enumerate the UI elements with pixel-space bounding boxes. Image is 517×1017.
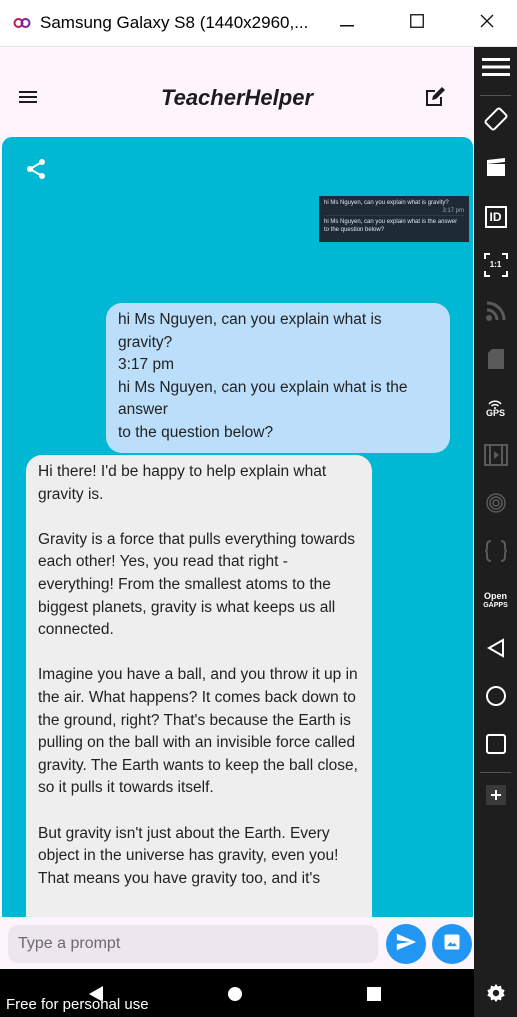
add-button[interactable] bbox=[474, 777, 517, 813]
assistant-paragraph: Imagine you have a ball, and you throw i… bbox=[38, 666, 358, 797]
sdcard-icon bbox=[487, 348, 505, 375]
emulator-window: Samsung Galaxy S8 (1440x2960,... Teacher… bbox=[0, 0, 517, 1017]
new-chat-button[interactable] bbox=[423, 85, 449, 111]
share-button[interactable] bbox=[24, 157, 50, 183]
recents-icon bbox=[485, 733, 506, 759]
media-button[interactable] bbox=[474, 439, 517, 475]
nav-recents-icon[interactable] bbox=[367, 987, 381, 1001]
nav-home-icon[interactable] bbox=[228, 987, 242, 1001]
fingerprint-icon bbox=[485, 492, 507, 519]
close-button[interactable] bbox=[452, 0, 517, 46]
thumbnail-line-3: to the question below? bbox=[324, 227, 385, 233]
id-label: ID bbox=[489, 210, 502, 224]
thumbnail-time: 3:17 pm bbox=[442, 208, 464, 214]
clapper-icon bbox=[485, 156, 507, 183]
user-message-line: hi Ms Nguyen, can you explain what is th… bbox=[118, 378, 408, 396]
settings-icon bbox=[485, 982, 507, 1009]
input-bar bbox=[0, 917, 474, 969]
attached-image-thumbnail[interactable]: hi Ms Nguyen, can you explain what is gr… bbox=[319, 196, 469, 242]
screencast-button[interactable] bbox=[474, 151, 517, 187]
user-message-line: to the question below? bbox=[118, 423, 274, 441]
user-message-line: gravity? bbox=[118, 333, 173, 351]
user-message-line: hi Ms Nguyen, can you explain what is bbox=[118, 311, 382, 328]
device-id-button[interactable]: ID bbox=[474, 199, 517, 235]
gps-icon: GPS bbox=[486, 400, 505, 418]
toolbar-recents-button[interactable] bbox=[474, 728, 517, 764]
network-button[interactable] bbox=[474, 295, 517, 331]
rotate-icon bbox=[483, 106, 509, 137]
share-icon bbox=[24, 159, 48, 185]
minimize-button[interactable] bbox=[312, 0, 382, 46]
fingerprint-button[interactable] bbox=[474, 487, 517, 523]
chat-area[interactable]: hi Ms Nguyen, can you explain what is gr… bbox=[2, 137, 473, 917]
api-button[interactable] bbox=[474, 535, 517, 571]
toolbar-back-button[interactable] bbox=[474, 632, 517, 668]
menu-icon bbox=[481, 56, 510, 83]
edit-icon bbox=[423, 87, 447, 113]
close-icon bbox=[480, 14, 494, 33]
ratio-icon: 1:1 bbox=[483, 253, 508, 277]
thumbnail-line-1: hi Ms Nguyen, can you explain what is gr… bbox=[324, 200, 449, 206]
thumbnail-line-2: hi Ms Nguyen, can you explain what is th… bbox=[324, 215, 464, 226]
id-icon: ID bbox=[484, 206, 507, 228]
open-gapps-label-2: GAPPS bbox=[483, 602, 508, 609]
open-gapps-button[interactable]: Open GAPPS bbox=[474, 583, 517, 619]
user-message-line: 3:17 pm bbox=[118, 356, 175, 374]
rotate-button[interactable] bbox=[474, 103, 517, 139]
home-icon bbox=[485, 685, 507, 712]
user-message-line: answer bbox=[118, 401, 168, 419]
app-title: TeacherHelper bbox=[160, 85, 314, 110]
assistant-paragraph: Gravity is a force that pulls everything… bbox=[38, 530, 356, 639]
gps-button[interactable]: GPS bbox=[474, 391, 517, 427]
image-icon bbox=[442, 932, 462, 957]
emulator-toolbar: ID 1:1 GPS Open GAPPS bbox=[474, 47, 517, 1017]
rss-icon bbox=[485, 300, 507, 327]
settings-button[interactable] bbox=[474, 977, 517, 1013]
plus-icon bbox=[485, 785, 506, 805]
send-icon bbox=[395, 931, 417, 958]
user-message-bubble: hi Ms Nguyen, can you explain what is gr… bbox=[106, 303, 450, 453]
gps-label: GPS bbox=[485, 408, 505, 418]
send-button[interactable] bbox=[386, 924, 426, 964]
status-bar bbox=[0, 47, 474, 65]
open-gapps-label-1: Open bbox=[483, 591, 507, 601]
assistant-paragraph: But gravity isn't just about the Earth. … bbox=[38, 824, 339, 887]
pixel-ratio-button[interactable]: 1:1 bbox=[474, 247, 517, 283]
maximize-button[interactable] bbox=[382, 0, 452, 46]
watermark-text: Free for personal use bbox=[6, 996, 149, 1013]
film-icon bbox=[483, 443, 508, 471]
braces-icon bbox=[484, 539, 508, 567]
open-gapps-icon: Open GAPPS bbox=[483, 592, 508, 610]
emulator-logo-icon bbox=[12, 13, 32, 33]
storage-button[interactable] bbox=[474, 343, 517, 379]
window-title: Samsung Galaxy S8 (1440x2960,... bbox=[40, 13, 309, 32]
minimize-icon bbox=[340, 14, 354, 32]
toolbar-menu-button[interactable] bbox=[474, 51, 517, 87]
phone-screen: TeacherHelper hi Ms Nguyen, can you expl… bbox=[0, 47, 474, 1017]
window-titlebar: Samsung Galaxy S8 (1440x2960,... bbox=[0, 0, 517, 47]
assistant-message-bubble: Hi there! I'd be happy to help explain w… bbox=[26, 455, 372, 917]
attach-image-button[interactable] bbox=[432, 924, 472, 964]
prompt-input[interactable] bbox=[8, 925, 378, 963]
app-bar: TeacherHelper bbox=[0, 65, 474, 133]
assistant-paragraph: Hi there! I'd be happy to help explain w… bbox=[38, 463, 327, 503]
toolbar-home-button[interactable] bbox=[474, 680, 517, 716]
maximize-icon bbox=[410, 13, 424, 33]
back-icon bbox=[486, 637, 505, 663]
